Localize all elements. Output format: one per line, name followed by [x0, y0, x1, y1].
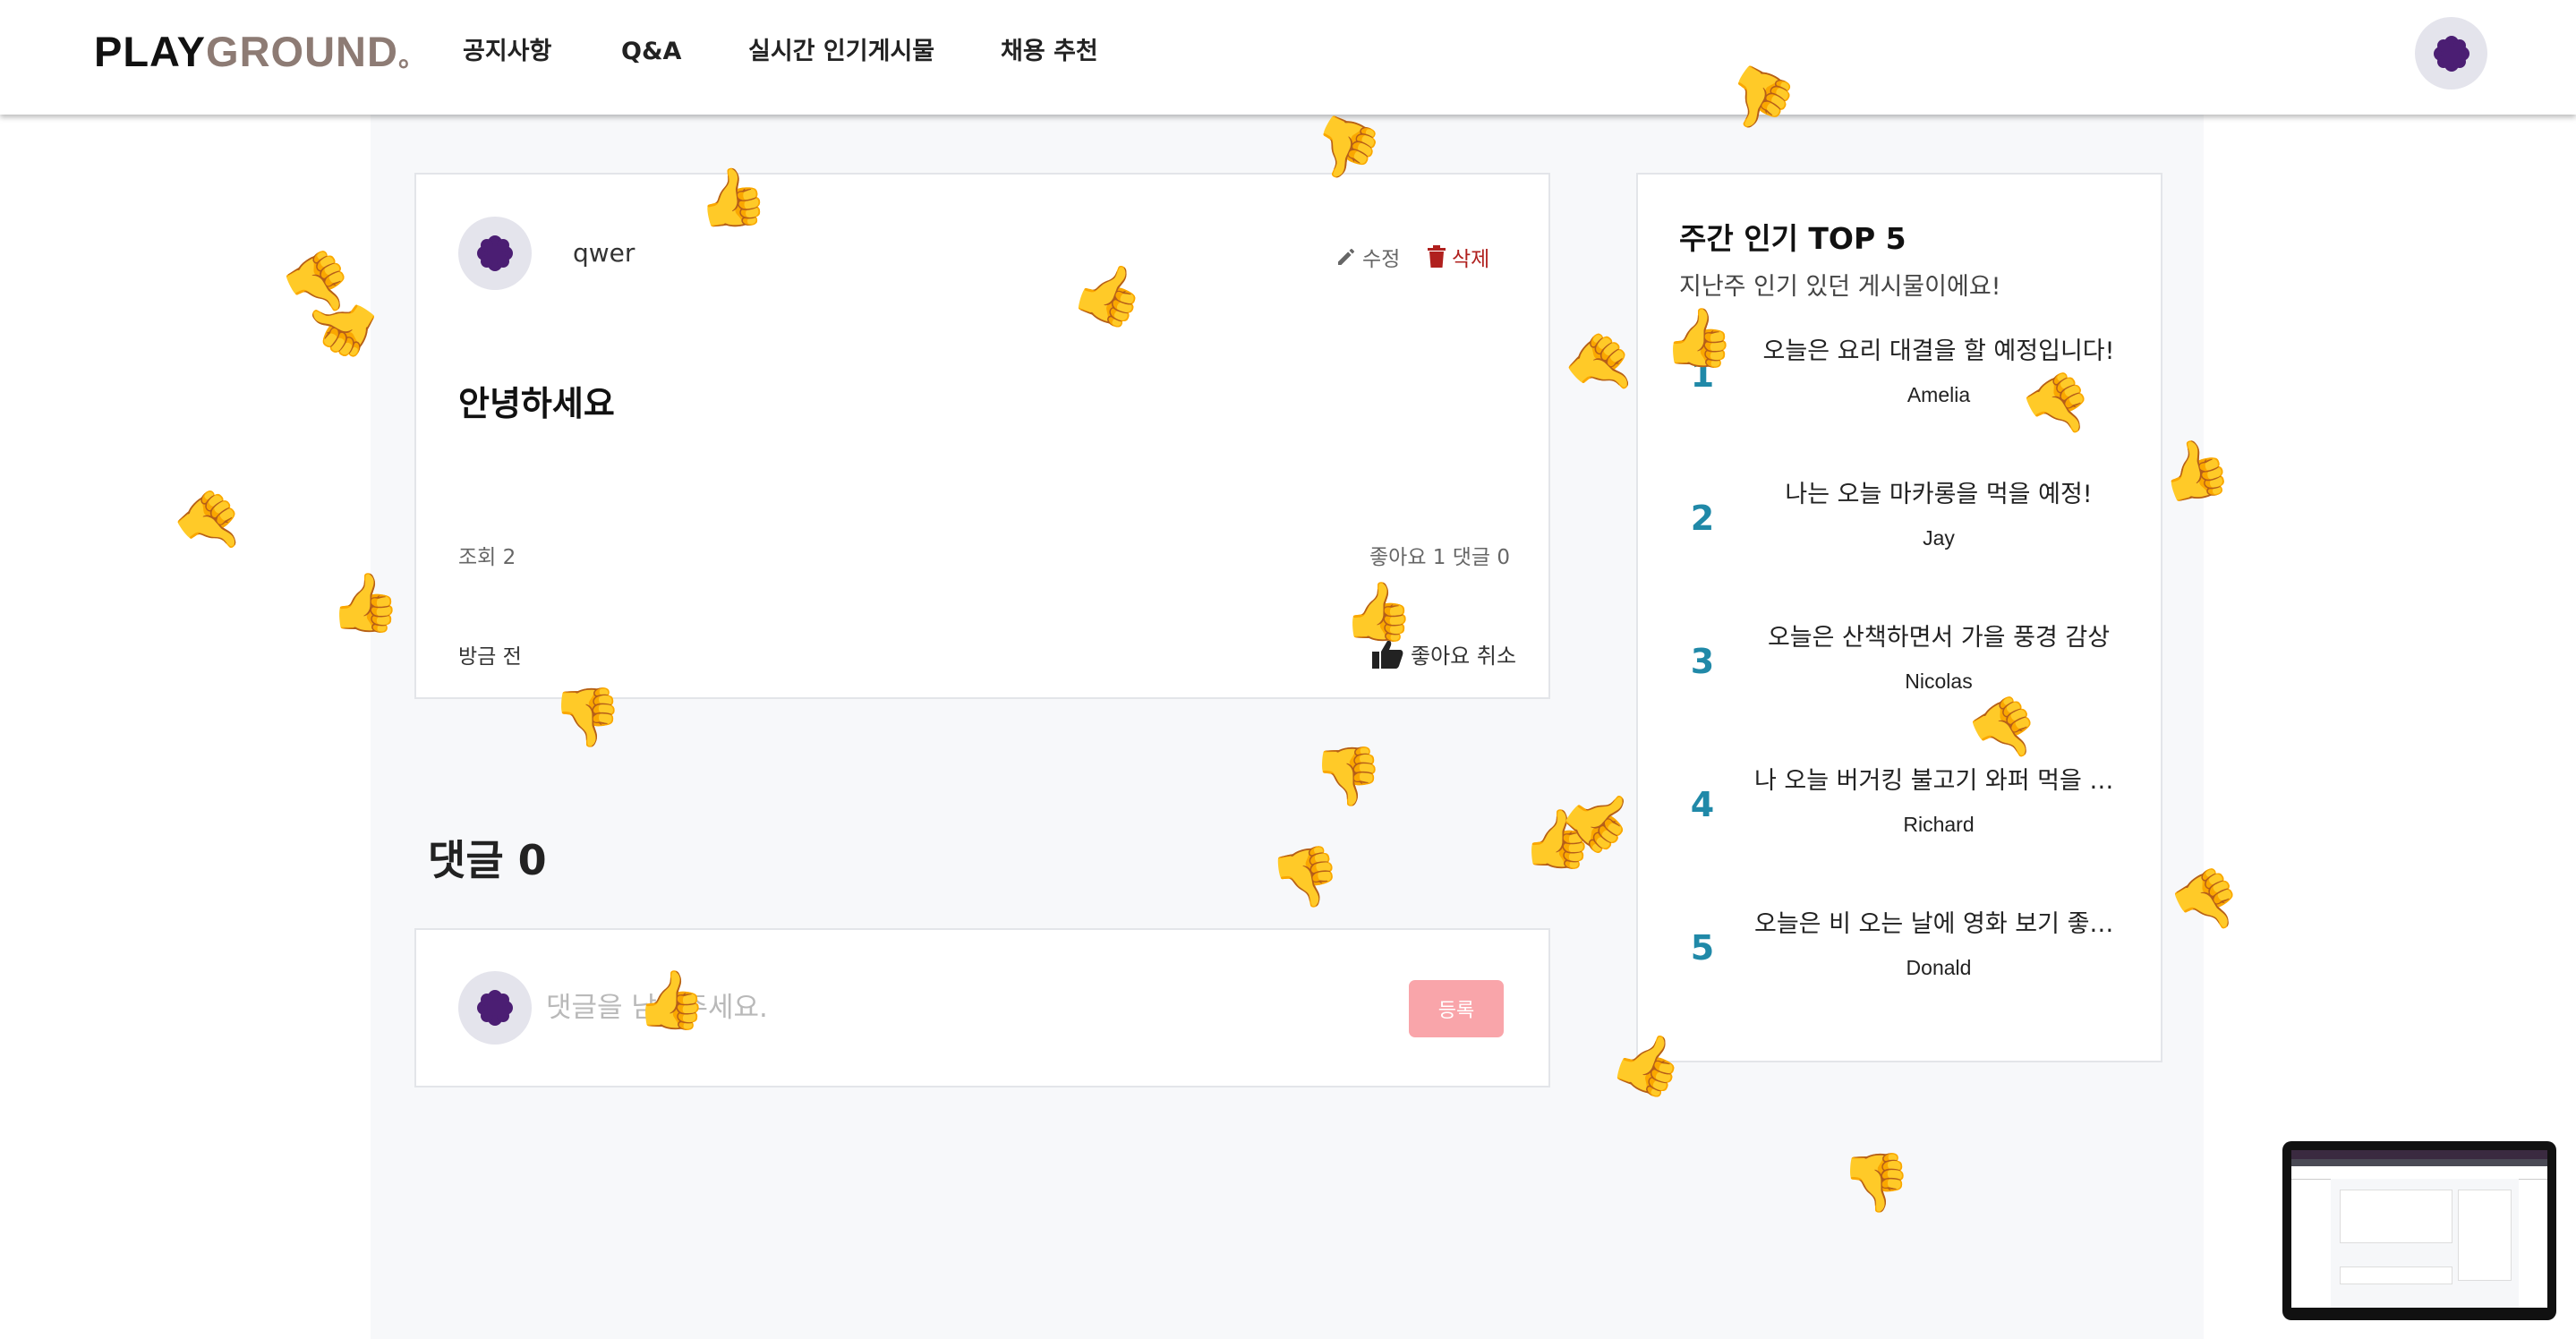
top-header: PLAYGROUND。 공지사항 Q&A 실시간 인기게시물 채용 추천 — [0, 0, 2576, 115]
rank-item-title-4[interactable]: 나 오늘 버거킹 불고기 와퍼 먹을 예정 — [1754, 761, 2123, 796]
thumbnail-post-card — [2340, 1190, 2452, 1243]
rank-number-5: 5 — [1690, 928, 1715, 968]
logo[interactable]: PLAYGROUND。 — [94, 27, 426, 83]
thumbnail-titlebar — [2291, 1150, 2547, 1159]
post-author-name[interactable]: qwer — [573, 238, 635, 268]
delete-button[interactable]: 삭제 — [1427, 242, 1489, 272]
logo-primary-text: PLAY — [94, 28, 207, 75]
rank-item-title-5[interactable]: 오늘은 비 오는 날에 영화 보기 좋은 날 — [1754, 904, 2123, 939]
thumbs-down-emoji-icon: 👎 — [272, 240, 368, 333]
comment-submit-button[interactable]: 등록 — [1409, 980, 1504, 1037]
rank-number-1: 1 — [1690, 355, 1715, 395]
user-avatar-button[interactable] — [2415, 17, 2487, 90]
thumbs-up-icon — [1372, 640, 1403, 669]
thumbs-down-emoji-icon: 👎 — [164, 478, 262, 575]
edit-label: 수정 — [1362, 248, 1401, 271]
post-time: 방금 전 — [458, 645, 522, 669]
rank-item-author-1: Amelia — [1906, 383, 1971, 406]
post-stats: 좋아요 1 댓글 0 — [1369, 546, 1510, 569]
nav-qna[interactable]: Q&A — [621, 34, 681, 70]
rank-number-2: 2 — [1690, 499, 1715, 538]
rank-item-author-2: Jay — [1923, 526, 1955, 550]
weekly-top5-subtitle: 지난주 인기 있던 게시물이에요! — [1679, 273, 2001, 301]
rank-item-author-4: Richard — [1903, 813, 1975, 836]
logo-dot: 。 — [397, 43, 426, 72]
rank-item-author-5: Donald — [1906, 956, 1972, 979]
post-title: 안녕하세요 — [458, 384, 615, 423]
edit-button[interactable]: 수정 — [1335, 242, 1400, 272]
flower-avatar-icon — [477, 990, 513, 1026]
nav-popular-posts[interactable]: 실시간 인기게시물 — [748, 34, 934, 70]
logo-secondary-text: GROUND — [206, 28, 398, 75]
commenter-avatar — [458, 971, 532, 1045]
delete-label: 삭제 — [1452, 248, 1490, 271]
flower-avatar-icon — [2433, 35, 2469, 72]
rank-number-4: 4 — [1690, 785, 1715, 824]
thumbnail-header — [2291, 1166, 2547, 1180]
screenshot-thumbnail-preview[interactable] — [2282, 1141, 2556, 1320]
nav-notice[interactable]: 공지사항 — [463, 34, 551, 70]
weekly-top5-title: 주간 인기 TOP 5 — [1679, 221, 1906, 256]
flower-avatar-icon — [477, 235, 513, 271]
comments-heading: 댓글 0 — [428, 836, 547, 884]
rank-number-3: 3 — [1690, 642, 1715, 681]
nav-job-recommendation[interactable]: 채용 추천 — [1001, 34, 1098, 70]
thumbnail-sidebar-card — [2458, 1190, 2512, 1281]
thumbnail-comment-card — [2340, 1267, 2452, 1284]
rank-item-title-3[interactable]: 오늘은 산책하면서 가을 풍경 감상 — [1754, 618, 2123, 652]
like-cancel-button[interactable]: 좋아요 취소 — [1371, 638, 1516, 670]
post-views: 조회 2 — [458, 546, 516, 569]
comment-input[interactable] — [544, 985, 1353, 1031]
trash-icon — [1428, 245, 1446, 268]
pencil-icon — [1338, 249, 1354, 265]
rank-item-title-2[interactable]: 나는 오늘 마카롱을 먹을 예정! — [1754, 474, 2123, 509]
rank-item-author-3: Nicolas — [1905, 670, 1973, 693]
thumbnail-toolbar — [2291, 1159, 2547, 1166]
rank-item-title-1[interactable]: 오늘은 요리 대결을 할 예정입니다! — [1754, 331, 2123, 366]
author-avatar[interactable] — [458, 217, 532, 290]
like-cancel-label: 좋아요 취소 — [1411, 644, 1517, 669]
thumbnail-screen — [2291, 1150, 2547, 1308]
